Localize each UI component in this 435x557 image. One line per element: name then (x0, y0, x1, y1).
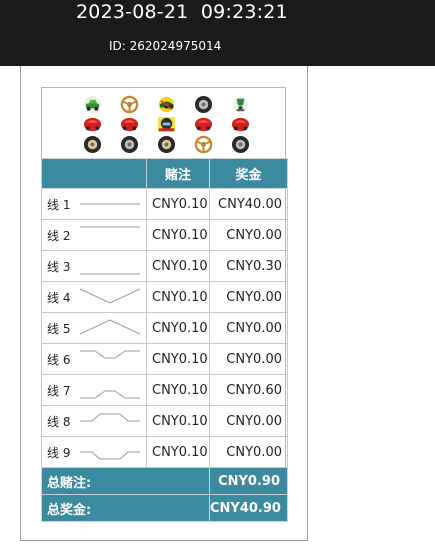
payline-pattern-icon (80, 413, 140, 422)
line-label: 线 7 (47, 383, 71, 398)
payline-pattern-icon (80, 226, 140, 228)
payline-pattern-icon (80, 203, 140, 205)
line-column-header (41, 158, 147, 189)
racecar-red-icon (222, 114, 259, 134)
bet-value: CNY0.10 (146, 188, 210, 220)
bet-value: CNY0.10 (146, 312, 210, 344)
line-label: 线 9 (47, 445, 71, 460)
steering-wheel-icon (185, 134, 222, 154)
round-datetime: 2023-08-21 09:23:21 (76, 1, 288, 23)
total-win-value: CNY40.90 (209, 494, 288, 522)
total-bet-label: 总赌注: (41, 467, 210, 495)
bet-value: CNY0.10 (146, 281, 210, 313)
win-value: CNY0.00 (209, 219, 288, 251)
trophy-icon (222, 94, 259, 114)
tire-icon (74, 134, 111, 154)
win-value: CNY0.00 (209, 312, 288, 344)
payline-pattern-icon (80, 451, 140, 460)
win-value: CNY40.00 (209, 188, 288, 220)
total-bet-value: CNY0.90 (209, 467, 288, 495)
win-value: CNY0.30 (209, 250, 288, 282)
line-label: 线 1 (47, 197, 71, 212)
win-value: CNY0.00 (209, 436, 288, 468)
steering-wheel-icon (111, 94, 148, 114)
tire-icon (185, 94, 222, 114)
payline-pattern-icon (80, 319, 140, 335)
line-label: 线 4 (47, 290, 71, 305)
bet-value: CNY0.10 (146, 436, 210, 468)
wild-helmet-icon (148, 114, 185, 134)
total-win-label: 总奖金: (41, 494, 210, 522)
tire-icon (148, 134, 185, 154)
payline-pattern-icon (80, 273, 140, 275)
table-row: 线 7 CNY0.10 CNY0.60 (41, 374, 288, 406)
table-row: 线 9 CNY0.10 CNY0.00 (41, 436, 288, 468)
racecar-red-icon (185, 114, 222, 134)
payline-pattern-icon (80, 350, 140, 359)
win-value: CNY0.00 (209, 343, 288, 375)
payline-table: 赌注 奖金 线 1 CNY0.10 CNY40.00 线 2 CNY0.10 C… (41, 158, 288, 522)
win-column-header: 奖金 (209, 158, 288, 189)
line-label: 线 6 (47, 352, 71, 367)
win-value: CNY0.00 (209, 281, 288, 313)
racecar-red-icon (74, 114, 111, 134)
line-label: 线 5 (47, 321, 71, 336)
table-row: 线 5 CNY0.10 CNY0.00 (41, 312, 288, 344)
tire-icon (222, 134, 259, 154)
helmet-icon (148, 94, 185, 114)
table-row: 线 1 CNY0.10 CNY40.00 (41, 188, 288, 220)
top-bar: 2023-08-21 09:23:21 ID: 262024975014 (0, 0, 435, 66)
line-label: 线 8 (47, 414, 71, 429)
bet-value: CNY0.10 (146, 250, 210, 282)
bet-value: CNY0.10 (146, 405, 210, 437)
round-id: ID: 262024975014 (109, 39, 222, 53)
total-bet-row: 总赌注: CNY0.90 (41, 467, 288, 495)
bet-value: CNY0.10 (146, 374, 210, 406)
table-header-row: 赌注 奖金 (41, 158, 288, 189)
line-label: 线 3 (47, 259, 71, 274)
racecar-red-icon (111, 114, 148, 134)
table-row: 线 3 CNY0.10 CNY0.30 (41, 250, 288, 282)
table-row: 线 8 CNY0.10 CNY0.00 (41, 405, 288, 437)
win-value: CNY0.60 (209, 374, 288, 406)
bet-value: CNY0.10 (146, 343, 210, 375)
line-label: 线 2 (47, 228, 71, 243)
total-win-row: 总奖金: CNY40.90 (41, 494, 288, 522)
payline-pattern-icon (80, 390, 140, 399)
table-row: 线 4 CNY0.10 CNY0.00 (41, 281, 288, 313)
car-icon (74, 94, 111, 114)
tire-icon (111, 134, 148, 154)
bet-column-header: 赌注 (146, 158, 210, 189)
table-row: 线 6 CNY0.10 CNY0.00 (41, 343, 288, 375)
win-value: CNY0.00 (209, 405, 288, 437)
table-row: 线 2 CNY0.10 CNY0.00 (41, 219, 288, 251)
bet-value: CNY0.10 (146, 219, 210, 251)
payline-pattern-icon (80, 288, 140, 304)
reel-grid (74, 94, 259, 154)
